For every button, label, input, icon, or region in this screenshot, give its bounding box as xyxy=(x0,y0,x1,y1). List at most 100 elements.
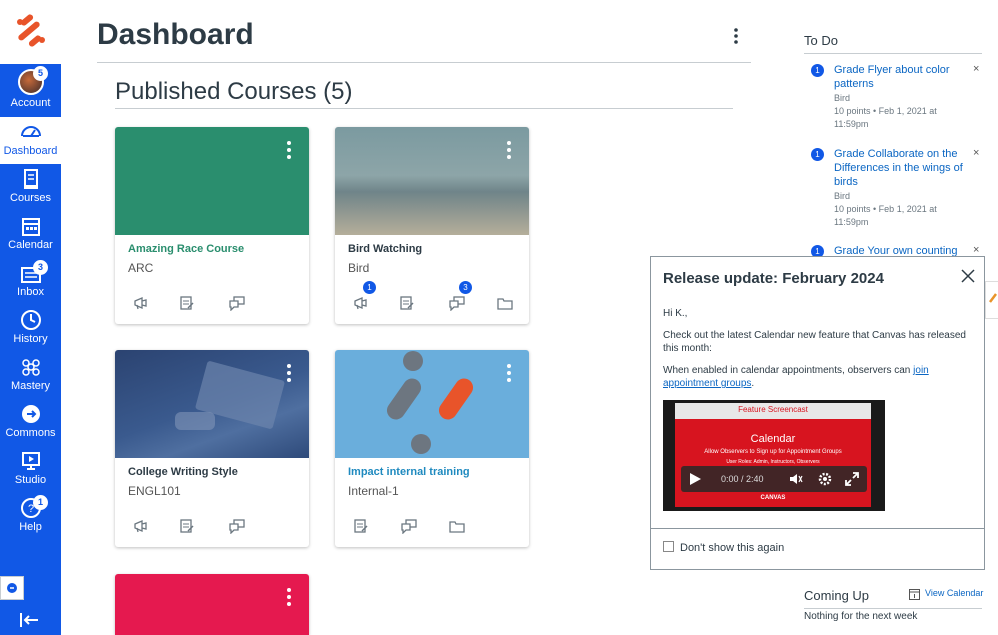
nav-calendar-label: Calendar xyxy=(8,239,53,251)
todo-item: 1 Grade Collaborate on the Differences i… xyxy=(811,147,986,232)
course-card[interactable]: Impact internal training Internal-1 xyxy=(335,350,529,547)
discussions-icon[interactable] xyxy=(449,295,465,311)
nav-help[interactable]: ? Help 1 xyxy=(0,493,61,540)
course-card-hero[interactable] xyxy=(115,350,309,458)
course-card[interactable]: College Writing Style ENGL101 xyxy=(115,350,309,547)
nav-dashboard[interactable]: Dashboard xyxy=(0,117,61,164)
course-title[interactable]: College Writing Style xyxy=(128,466,238,478)
files-icon[interactable] xyxy=(449,518,465,534)
assignments-icon[interactable] xyxy=(179,518,195,534)
course-title[interactable]: Bird Watching xyxy=(348,243,422,255)
assignments-icon[interactable] xyxy=(179,295,195,311)
course-options-icon[interactable] xyxy=(285,141,293,161)
dialog-paragraph: When enabled in calendar appointments, o… xyxy=(663,364,973,390)
dialog-greeting: Hi K., xyxy=(663,308,688,319)
dialog-paragraph: Check out the latest Calendar new featur… xyxy=(663,330,966,354)
todo-title: To Do xyxy=(804,33,838,48)
nav-account-label: Account xyxy=(10,97,51,109)
todo-divider xyxy=(804,53,982,54)
nav-courses[interactable]: Courses xyxy=(0,164,61,211)
todo-course: Bird xyxy=(834,191,851,201)
canvas-app: Account 5 Dashboard Courses Calendar Inb… xyxy=(0,0,998,635)
dismiss-icon[interactable]: × xyxy=(973,147,979,159)
dialog-text: When enabled in calendar appointments, o… xyxy=(663,365,914,376)
section-divider xyxy=(115,108,733,109)
nav-mastery[interactable]: Mastery xyxy=(0,352,61,399)
nav-history[interactable]: History xyxy=(0,305,61,352)
course-card-hero[interactable] xyxy=(115,127,309,235)
dismiss-icon[interactable]: × xyxy=(973,244,979,256)
todo-link[interactable]: Grade Flyer about color patterns xyxy=(834,63,964,91)
dismiss-icon[interactable]: × xyxy=(973,63,979,75)
course-options-icon[interactable] xyxy=(285,364,293,384)
course-code: ENGL101 xyxy=(128,484,181,498)
course-card[interactable]: Amazing Race Course ARC xyxy=(115,127,309,324)
canvas-logo[interactable] xyxy=(14,14,48,48)
coming-up-title: Coming Up xyxy=(804,588,870,603)
course-card[interactable] xyxy=(115,574,309,635)
course-card-hero[interactable] xyxy=(115,574,309,635)
settings-icon[interactable] xyxy=(818,472,832,486)
studio-icon xyxy=(21,452,40,470)
courses-icon xyxy=(23,169,38,189)
close-icon[interactable] xyxy=(959,267,977,285)
nav-studio-label: Studio xyxy=(14,474,47,486)
dont-show-checkbox[interactable] xyxy=(663,541,674,552)
discussions-icon[interactable] xyxy=(229,518,245,534)
dialog-title: Release update: February 2024 xyxy=(663,270,884,287)
todo-meta: 10 points • Feb 1, 2021 at 11:59pm xyxy=(834,106,937,129)
header-divider xyxy=(97,62,751,63)
course-title[interactable]: Amazing Race Course xyxy=(128,243,244,255)
view-calendar-link[interactable]: View Calendar xyxy=(925,588,983,598)
announcements-icon[interactable] xyxy=(133,518,149,534)
video-line: Allow Observers to Sign up for Appointme… xyxy=(704,449,842,455)
course-options-icon[interactable] xyxy=(505,141,513,161)
dashboard-icon xyxy=(20,126,41,137)
course-code: Internal-1 xyxy=(348,484,399,498)
play-icon[interactable] xyxy=(688,472,702,486)
video-heading: Calendar xyxy=(750,433,796,445)
course-options-icon[interactable] xyxy=(505,364,513,384)
files-icon[interactable] xyxy=(497,295,513,311)
todo-item: 1 Grade Flyer about color patterns Bird … xyxy=(811,63,986,133)
nav-inbox[interactable]: Inbox 3 xyxy=(0,258,61,305)
release-update-dialog: Release update: February 2024 Hi K., Che… xyxy=(650,256,985,570)
assignments-icon[interactable] xyxy=(399,295,415,311)
course-card[interactable]: Bird Watching Bird 1 3 xyxy=(335,127,529,324)
calendar-icon xyxy=(21,218,40,236)
course-code: ARC xyxy=(128,261,154,275)
global-nav: Account 5 Dashboard Courses Calendar Inb… xyxy=(0,0,61,635)
nav-commons[interactable]: Commons xyxy=(0,399,61,446)
dashboard-options-icon[interactable] xyxy=(729,26,743,46)
video-slide: Calendar Allow Observers to Sign up for … xyxy=(675,419,871,507)
course-card-hero[interactable] xyxy=(335,127,529,235)
discussions-icon[interactable] xyxy=(401,518,417,534)
side-tab[interactable] xyxy=(985,281,998,319)
video-player[interactable]: Feature Screencast Calendar Allow Observ… xyxy=(663,400,885,511)
volume-icon[interactable] xyxy=(789,472,803,486)
nav-inbox-label: Inbox xyxy=(17,286,44,298)
calendar-icon[interactable] xyxy=(909,588,920,600)
video-banner: Feature Screencast xyxy=(738,405,808,414)
course-options-icon[interactable] xyxy=(285,588,293,608)
announcements-icon[interactable] xyxy=(353,295,369,311)
nav-calendar[interactable]: Calendar xyxy=(0,211,61,258)
todo-count-badge: 1 xyxy=(811,148,824,161)
chat-icon xyxy=(7,583,17,593)
course-title[interactable]: Impact internal training xyxy=(348,466,470,478)
feedback-button[interactable] xyxy=(0,576,24,600)
dont-show-label[interactable]: Don't show this again xyxy=(680,542,784,554)
clock-icon xyxy=(20,310,41,330)
fullscreen-icon[interactable] xyxy=(845,472,859,486)
nav-account[interactable]: Account 5 xyxy=(0,64,61,111)
nav-history-label: History xyxy=(13,333,48,345)
mastery-icon xyxy=(21,359,40,376)
nav-studio[interactable]: Studio xyxy=(0,446,61,493)
course-card-hero[interactable] xyxy=(335,350,529,458)
nav-dashboard-label: Dashboard xyxy=(3,145,58,157)
todo-link[interactable]: Grade Collaborate on the Differences in … xyxy=(834,147,964,189)
assignments-icon[interactable] xyxy=(353,518,369,534)
announcements-icon[interactable] xyxy=(133,295,149,311)
collapse-nav-icon[interactable] xyxy=(18,612,42,628)
discussions-icon[interactable] xyxy=(229,295,245,311)
